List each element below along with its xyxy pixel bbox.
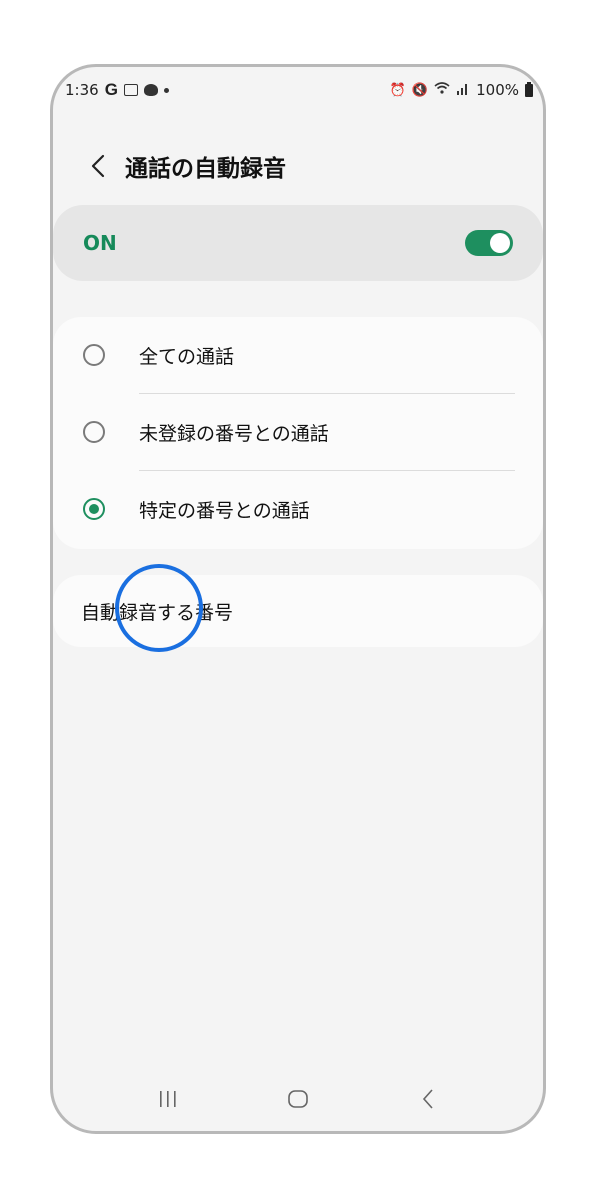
master-switch-label: ON [83,231,117,255]
page-title: 通話の自動録音 [125,156,286,182]
record-options-group: 全ての通話 未登録の番号との通話 特定の番号との通話 [53,317,543,549]
more-notifications-dot-icon [163,87,169,93]
option-all-calls[interactable]: 全ての通話 [53,317,543,393]
alarm-icon: ⏰ [389,82,406,98]
messenger-notification-icon [143,84,158,96]
gallery-notification-icon [123,84,138,96]
master-toggle-switch[interactable] [465,230,513,256]
toggle-knob [490,233,510,253]
option-label: 全ての通話 [139,345,235,368]
mute-icon: 🔇 [411,82,429,98]
option-label: 未登録の番号との通話 [139,422,329,445]
radio-button-selected[interactable] [83,498,105,520]
radio-button[interactable] [83,344,105,366]
option-unregistered-numbers[interactable]: 未登録の番号との通話 [53,394,543,470]
battery-percentage: 100% [476,81,519,99]
option-label: 特定の番号との通話 [139,499,310,522]
back-arrow-icon[interactable] [85,151,111,181]
signal-icon [456,82,470,99]
recents-icon[interactable] [148,1079,188,1119]
battery-icon [525,81,533,97]
google-icon: G [104,80,118,99]
status-time: 1:36 [65,81,99,99]
auto-record-numbers-row[interactable]: 自動録音する番号 [53,575,543,647]
status-bar: 1:36 G ⏰ 🔇 100% [53,67,543,113]
phone-frame: 1:36 G ⏰ 🔇 100% 通話の自動録音 ON 全ての通話 未登録の番号と… [50,64,546,1134]
option-specific-numbers[interactable]: 特定の番号との通話 [53,471,543,547]
back-icon[interactable] [408,1079,448,1119]
wifi-icon [434,81,450,99]
radio-button[interactable] [83,421,105,443]
navigation-bar [53,1067,543,1131]
auto-record-numbers-label: 自動録音する番号 [81,601,234,624]
master-switch-row[interactable]: ON [53,205,543,281]
home-icon[interactable] [278,1079,318,1119]
app-header: 通話の自動録音 [53,145,543,187]
